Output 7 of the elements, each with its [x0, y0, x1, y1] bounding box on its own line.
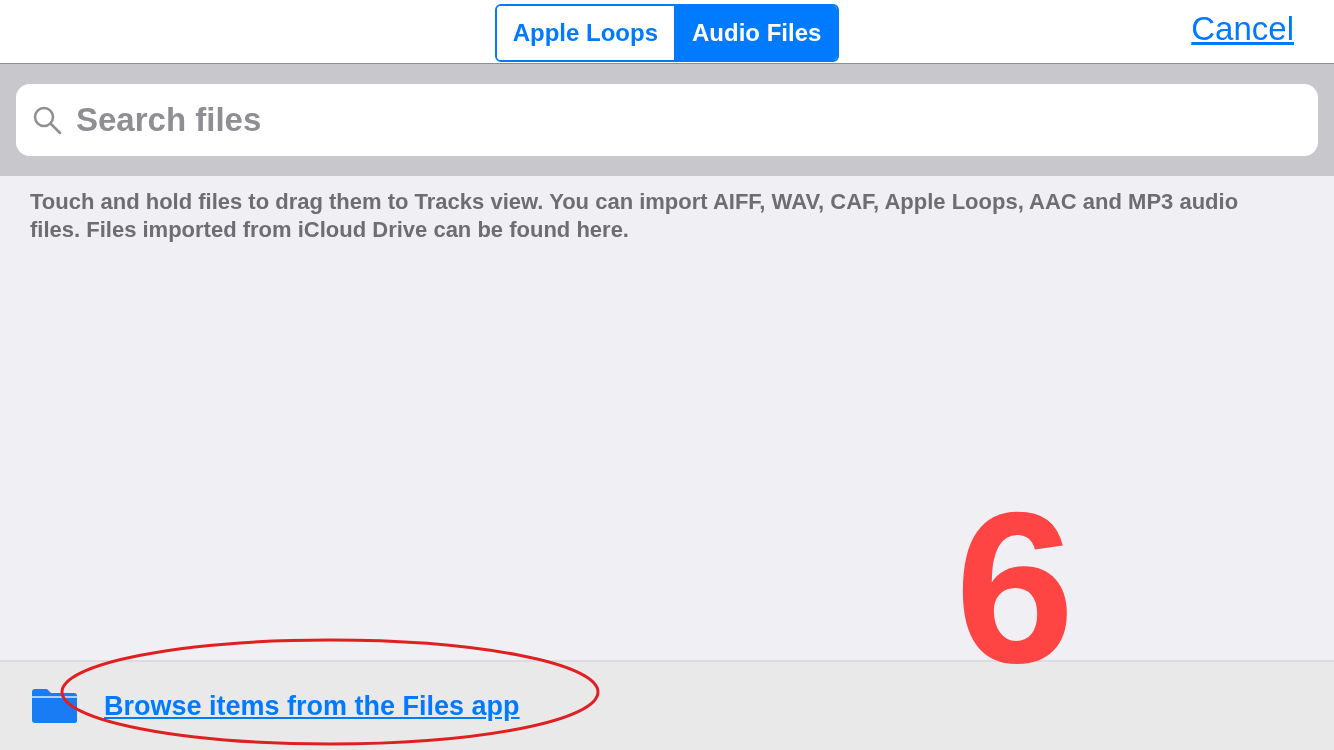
step-number: 6 — [955, 480, 1075, 695]
cancel-link[interactable]: Cancel — [1191, 10, 1294, 48]
hint-text: Touch and hold files to drag them to Tracks view. You can import AIFF, WAV, CAF, Apple Loops, AAC and MP3 audio files. Files imported from iCloud Drive can be found here. — [30, 188, 1240, 244]
segment-tab[interactable]: Audio Files — [674, 5, 838, 60]
search-field[interactable]: Search files — [16, 84, 1318, 156]
search-icon — [32, 105, 62, 135]
folder-icon — [30, 688, 78, 724]
